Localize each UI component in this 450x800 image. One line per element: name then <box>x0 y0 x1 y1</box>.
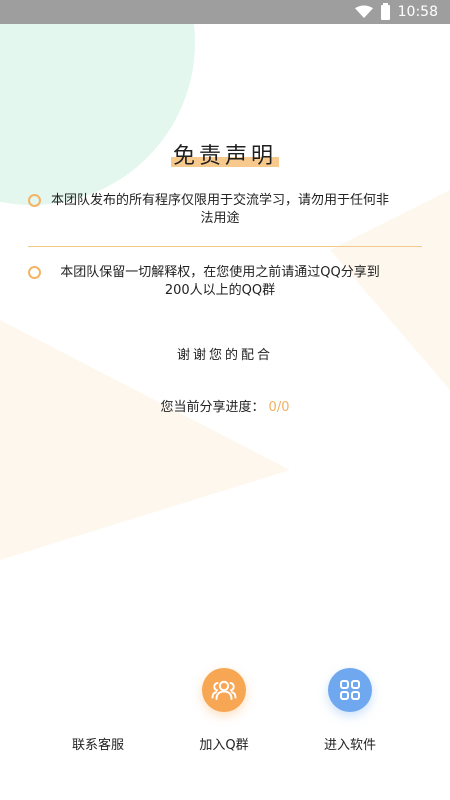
bullet-circle-icon <box>28 266 41 279</box>
disclaimer-text: 本团队保留一切解释权，在您使用之前请通过QQ分享到200人以上的QQ群 <box>60 265 380 298</box>
thanks-text: 谢谢您的配合 <box>176 348 273 363</box>
share-progress: 您当前分享进度： 0/0 <box>0 396 450 415</box>
group-icon <box>211 680 237 700</box>
action-label: 加入Q群 <box>199 738 249 753</box>
action-label: 联系客服 <box>71 738 124 753</box>
group-icon-circle[interactable] <box>202 668 246 712</box>
disclaimer-text: 本团队发布的所有程序仅限用于交流学习，请勿用于任何非法用途 <box>50 193 389 226</box>
enter-app-button[interactable]: 进入软件 <box>295 660 405 753</box>
status-bar: 10:58 <box>0 0 450 24</box>
battery-icon <box>380 2 390 20</box>
action-label: 进入软件 <box>323 738 376 753</box>
wifi-icon <box>354 5 373 18</box>
share-progress-label: 您当前分享进度： <box>160 400 265 415</box>
bullet-circle-icon <box>28 194 41 207</box>
page-title: 免责声明 <box>170 138 280 170</box>
background-circle <box>0 0 195 205</box>
title-wrap: 免责声明 <box>0 138 450 170</box>
status-time: 10:58 <box>397 4 438 20</box>
screen: 10:58 免责声明 本团队发布的所有程序仅限用于交流学习，请勿用于任何非法用途… <box>0 0 450 800</box>
join-group-button[interactable]: 加入Q群 <box>169 660 279 753</box>
apps-icon <box>340 680 360 700</box>
apps-icon-circle[interactable] <box>328 668 372 712</box>
divider <box>28 246 422 247</box>
share-progress-value: 0/0 <box>268 400 290 415</box>
bottom-actions: 联系客服 加入Q群 进入软件 <box>0 660 450 770</box>
